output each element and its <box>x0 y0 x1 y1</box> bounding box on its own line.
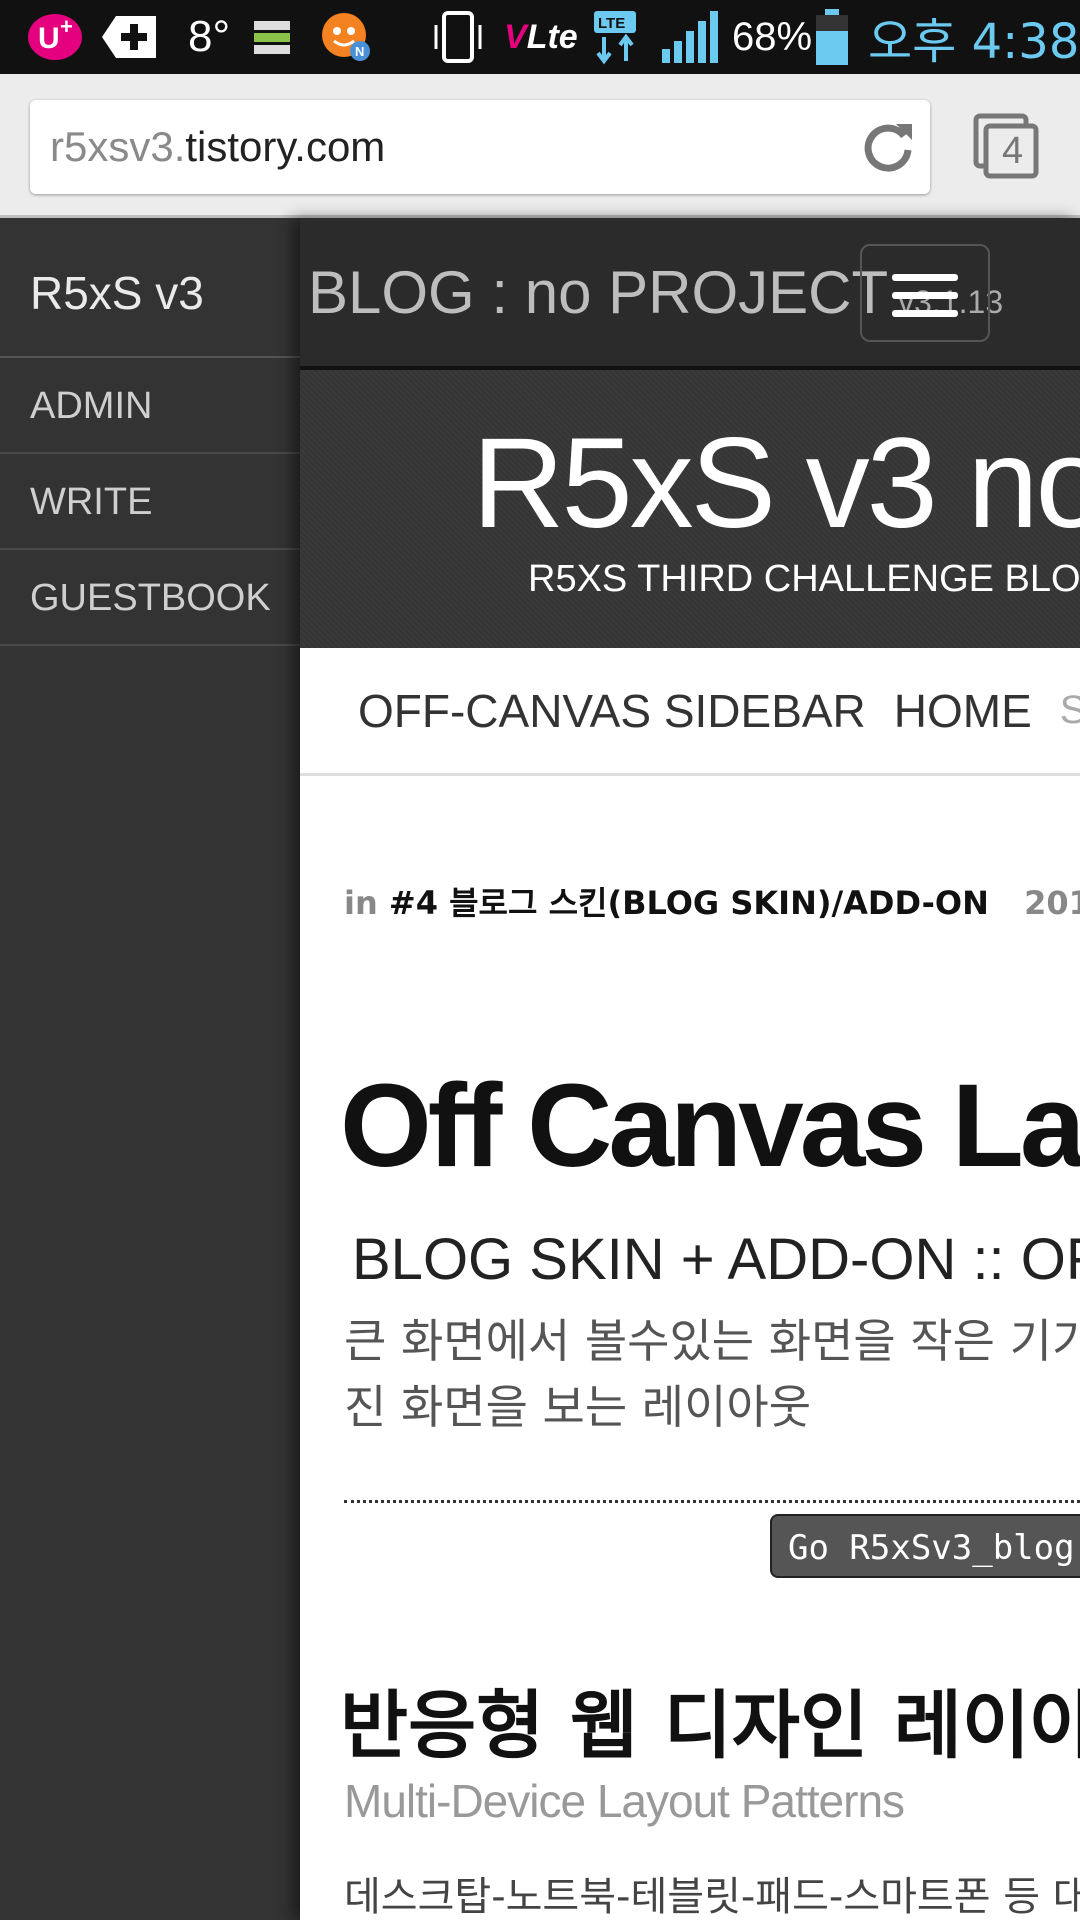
notification-icon: N <box>318 0 374 74</box>
breadcrumb: OFF-CANVAS SIDEBAR HOME Sn : 360 x 640 <box>300 648 1080 776</box>
battery-icon <box>814 0 850 74</box>
medical-cross-icon <box>100 0 158 74</box>
post-subtitle: BLOG SKIN + ADD-ON :: OFF-CANVAS <box>352 1227 1080 1292</box>
hero-subtitle: R5XS THIRD CHALLENGE BLOG : NO PROJECT V… <box>528 558 1080 600</box>
post-description-line: 큰 화면에서 볼수있는 화면을 작은 기기에서 <box>344 1314 1080 1368</box>
svg-text:+: + <box>60 14 73 39</box>
status-bar: U + 8° N V Lte LTE 68% 오후 4:38 <box>0 0 1080 74</box>
volte-icon: V Lte <box>504 17 578 56</box>
breadcrumb-home[interactable]: HOME <box>880 684 1046 738</box>
svg-text:U: U <box>38 22 60 55</box>
reload-icon[interactable] <box>858 118 916 176</box>
storage-icon <box>252 0 292 74</box>
post-description-line: 진 화면을 보는 레이아웃 <box>344 1380 812 1434</box>
temperature: 8° <box>188 12 231 61</box>
url-domain: tistory.com <box>185 123 386 170</box>
hero-title: R5xS v3 no PROJECT <box>472 412 1080 555</box>
category-link[interactable]: 블로그 스킨(BLOG SKIN)/ADD-ON <box>449 884 989 922</box>
off-canvas-sidebar: R5xS v3 ADMIN WRITE GUESTBOOK <box>0 218 300 1920</box>
category-number[interactable]: #4 <box>389 884 438 922</box>
post-title: Off Canvas Layout <box>340 1060 1080 1192</box>
vibrate-icon <box>428 0 488 74</box>
svg-text:LTE: LTE <box>598 15 625 32</box>
url-text[interactable]: r5xsv3.tistory.com <box>50 100 385 194</box>
blog-title-text: BLOG : no PROJECT <box>308 259 889 326</box>
uplus-icon: U + <box>26 0 84 74</box>
screen-size: Sn : 360 x 640 <box>1059 688 1080 732</box>
section-description: 데스크탑-노트북-테블릿-패드-스마트폰 등 대표 <box>344 1874 1080 1920</box>
blog-header: BLOG : no PROJECT v3.1.13 <box>300 218 1080 370</box>
sidebar-item-write[interactable]: WRITE <box>0 454 300 550</box>
post-date: 2014/02/ <box>1024 884 1080 922</box>
svg-text:N: N <box>355 44 364 59</box>
section-subtitle: Multi-Device Layout Patterns <box>344 1775 905 1827</box>
section-title: 반응형 웹 디자인 레이아웃 <box>340 1683 1080 1769</box>
sidebar-item-admin[interactable]: ADMIN <box>0 358 300 454</box>
post-meta: in #4 블로그 스킨(BLOG SKIN)/ADD-ON 2014/02/ <box>344 878 1080 924</box>
browser-toolbar: r5xsv3.tistory.com 4 <box>0 74 1080 218</box>
hero-banner: R5xS v3 no PROJECT R5XS THIRD CHALLENGE … <box>300 370 1080 648</box>
main-content: BLOG : no PROJECTv3.1.13 R5xS v3 no PROJ… <box>300 218 1080 1920</box>
lte-data-icon: LTE <box>592 0 638 74</box>
sidebar-item-guestbook[interactable]: GUESTBOOK <box>0 550 300 646</box>
meta-in: in <box>344 884 378 922</box>
signal-icon <box>660 0 720 74</box>
address-bar[interactable]: r5xsv3.tistory.com <box>30 100 930 194</box>
clock: 오후 4:38 <box>868 14 1080 70</box>
go-blog-button[interactable]: Go R5xSv3_blog <box>770 1514 1080 1578</box>
post-description: 큰 화면에서 볼수있는 화면을 작은 기기에서 진 화면을 보는 레이아웃 <box>344 1308 1080 1440</box>
battery-percent: 68% <box>732 14 813 59</box>
url-subdomain: r5xsv3. <box>50 123 186 170</box>
hamburger-menu-button[interactable] <box>860 244 990 342</box>
sidebar-title[interactable]: R5xS v3 <box>0 218 300 358</box>
divider <box>344 1500 1080 1503</box>
tab-switcher-button[interactable]: 4 <box>972 112 1042 182</box>
breadcrumb-current[interactable]: OFF-CANVAS SIDEBAR <box>344 684 880 738</box>
tab-count: 4 <box>1002 130 1024 172</box>
